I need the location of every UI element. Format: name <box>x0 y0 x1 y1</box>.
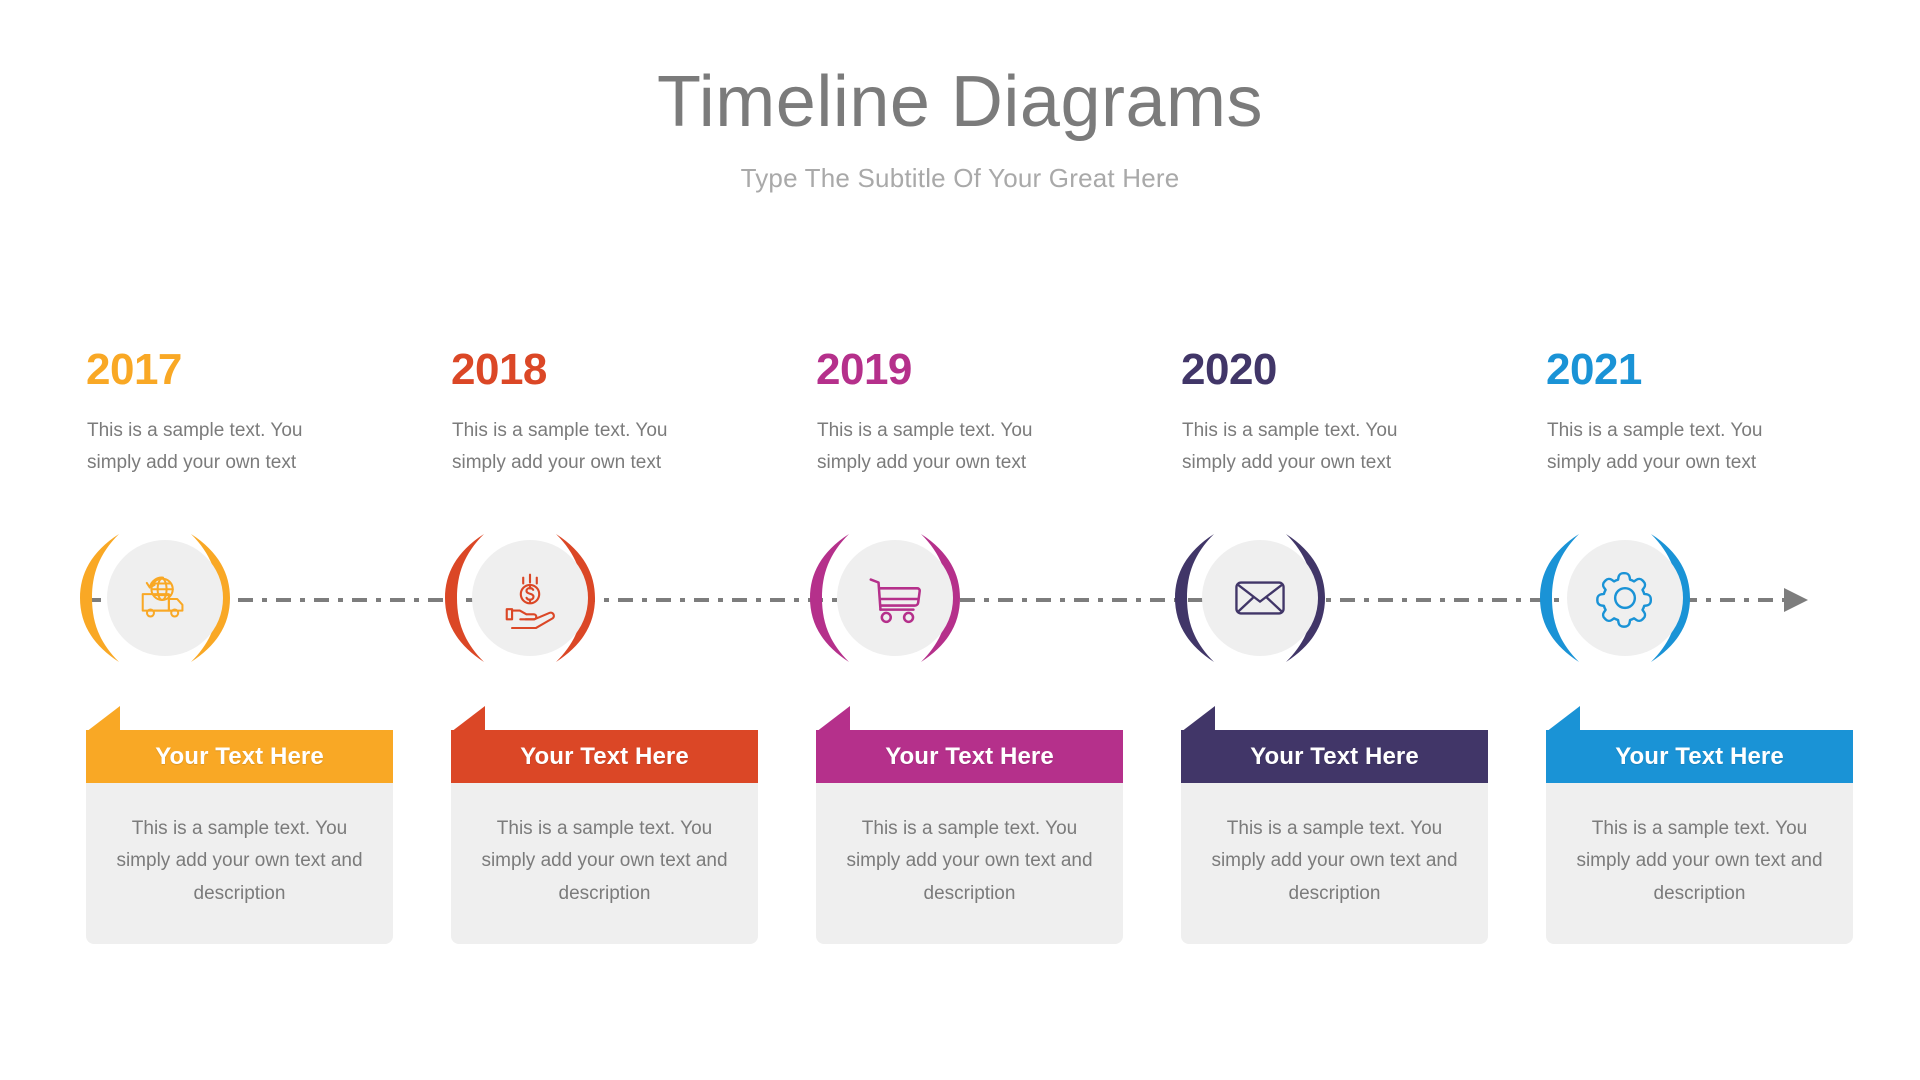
milestone-node-2017[interactable] <box>80 528 230 668</box>
envelope-icon <box>1202 540 1318 656</box>
card-body-text: This is a sample text. You simply add yo… <box>1546 783 1853 944</box>
page-subtitle: Type The Subtitle Of Your Great Here <box>740 162 1180 193</box>
card-body-text: This is a sample text. You simply add yo… <box>1181 783 1488 944</box>
card-ribbon-tab <box>1546 706 1580 732</box>
milestone-description-2019: This is a sample text. You simply add yo… <box>817 420 1033 473</box>
card-header: Your Text Here <box>1181 706 1488 783</box>
milestone-card-2021[interactable]: Your Text Here This is a sample text. Yo… <box>1546 706 1853 944</box>
slide-canvas: Timeline Diagrams Type The Subtitle Of Y… <box>0 0 1920 1080</box>
milestone-card-2018[interactable]: Your Text Here This is a sample text. Yo… <box>451 706 758 944</box>
card-heading-text: Your Text Here <box>885 742 1054 770</box>
milestone-card-2019[interactable]: Your Text Here This is a sample text. Yo… <box>816 706 1123 944</box>
milestone-card-2017[interactable]: Your Text Here This is a sample text. Yo… <box>86 706 393 944</box>
milestone-card-2020[interactable]: Your Text Here This is a sample text. Yo… <box>1181 706 1488 944</box>
card-body-text: This is a sample text. You simply add yo… <box>816 783 1123 944</box>
milestone-description-2021: This is a sample text. You simply add yo… <box>1547 420 1763 473</box>
hand-holding-dollar-coin-icon <box>472 540 588 656</box>
page-title: Timeline Diagrams <box>657 62 1263 142</box>
milestone-year-2017: 2017 <box>86 345 182 394</box>
milestone-node-2018[interactable] <box>445 528 595 668</box>
card-heading-text: Your Text Here <box>1250 742 1419 770</box>
milestone-year-2018: 2018 <box>451 345 547 394</box>
milestone-year-2021: 2021 <box>1546 345 1642 394</box>
card-body-text: This is a sample text. You simply add yo… <box>86 783 393 944</box>
card-heading-text: Your Text Here <box>520 742 689 770</box>
card-heading-text: Your Text Here <box>155 742 324 770</box>
milestone-node-2019[interactable] <box>810 528 960 668</box>
card-ribbon-tab <box>816 706 850 732</box>
card-header: Your Text Here <box>816 706 1123 783</box>
milestone-node-2020[interactable] <box>1175 528 1325 668</box>
card-ribbon-tab <box>86 706 120 732</box>
milestone-year-2019: 2019 <box>816 345 912 394</box>
milestone-year-2020: 2020 <box>1181 345 1277 394</box>
card-ribbon-tab <box>451 706 485 732</box>
milestone-description-2018: This is a sample text. You simply add yo… <box>452 420 668 473</box>
milestone-node-2021[interactable] <box>1540 528 1690 668</box>
milestone-description-2020: This is a sample text. You simply add yo… <box>1182 420 1398 473</box>
milestone-description-2017: This is a sample text. You simply add yo… <box>87 420 303 473</box>
delivery-truck-globe-icon <box>107 540 223 656</box>
card-body-text: This is a sample text. You simply add yo… <box>451 783 758 944</box>
gear-icon <box>1567 540 1683 656</box>
slide-header: Timeline Diagrams Type The Subtitle Of Y… <box>0 62 1920 194</box>
timeline-arrow-icon <box>1784 588 1808 612</box>
card-ribbon-tab <box>1181 706 1215 732</box>
card-heading-text: Your Text Here <box>1615 742 1784 770</box>
card-header: Your Text Here <box>1546 706 1853 783</box>
card-header: Your Text Here <box>451 706 758 783</box>
card-header: Your Text Here <box>86 706 393 783</box>
shopping-cart-icon <box>837 540 953 656</box>
